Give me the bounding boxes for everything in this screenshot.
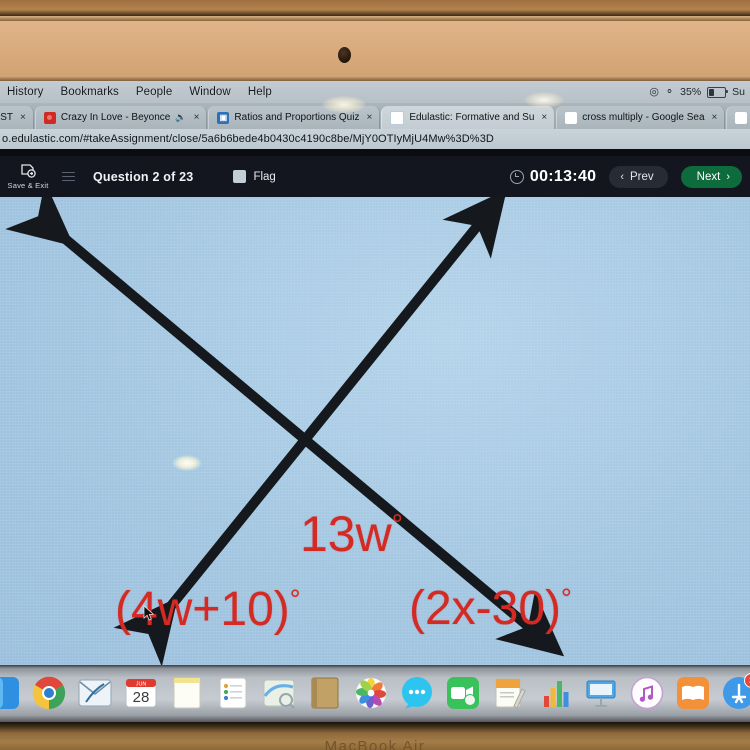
laptop-screen: History Bookmarks People Window Help ◎ ⚬… — [0, 81, 750, 665]
menubar-items: History Bookmarks People Window Help — [0, 86, 272, 98]
tab-close-icon[interactable]: × — [366, 112, 372, 123]
tab-title: Edulastic: Formative and Su — [409, 112, 535, 123]
clock-icon — [509, 169, 524, 184]
browser-tab-ratios-quiz[interactable]: ▣ Ratios and Proportions Quiz × — [208, 106, 381, 129]
laptop-model-label: MacBook Air — [324, 738, 426, 750]
svg-text:28: 28 — [133, 689, 150, 706]
chevron-right-icon: › — [726, 170, 730, 183]
tab-title: Ratios and Proportions Quiz — [234, 112, 360, 123]
dock-items: JUN 28 — [0, 672, 750, 714]
browser-address-bar[interactable]: o.edulastic.com/#takeAssignment/close/5a… — [0, 129, 750, 149]
macos-dock: JUN 28 — [0, 665, 750, 722]
next-label: Next — [696, 170, 721, 183]
dock-item-maps[interactable] — [262, 676, 296, 710]
line-tl-br — [5, 197, 565, 657]
degree-symbol-left: ° — [289, 584, 301, 615]
degree-symbol-top: ° — [391, 508, 403, 540]
dock-item-pages[interactable] — [492, 676, 526, 710]
flag-label: Flag — [253, 170, 276, 183]
flag-control[interactable]: Flag — [233, 170, 276, 183]
browser-tab-calculator[interactable]: G calculator - Googl — [726, 106, 750, 129]
tab-close-icon[interactable]: × — [712, 112, 718, 123]
browser-tab-nst[interactable]: NST × — [0, 106, 34, 129]
google-icon: G — [565, 111, 578, 124]
angle-expression-right: (2x-30) — [409, 582, 562, 635]
menubar-clock[interactable]: Su — [732, 86, 745, 98]
dock-item-messages[interactable] — [400, 676, 434, 710]
tab-close-icon[interactable]: × — [20, 112, 26, 123]
google-icon: G — [735, 111, 748, 124]
edulastic-icon: ◫ — [390, 110, 405, 125]
assignment-timer: 00:13:40 — [509, 167, 597, 186]
webcam-icon — [338, 47, 351, 63]
dock-item-finder[interactable] — [0, 676, 20, 710]
page-top-gap — [0, 149, 750, 156]
dock-item-itunes[interactable] — [630, 676, 664, 710]
flag-checkbox-icon[interactable] — [233, 170, 247, 183]
chevron-left-icon: ‹ — [620, 170, 625, 183]
dock-item-facetime[interactable] — [446, 676, 480, 710]
battery-percent-label: 35% — [680, 86, 702, 98]
menu-item-help[interactable]: Help — [248, 86, 272, 98]
dock-item-chrome[interactable] — [32, 676, 66, 710]
angle-label-top: 13w° — [300, 505, 403, 563]
hamburger-icon[interactable] — [62, 171, 75, 182]
browser-tabstrip: NST × Crazy In Love - Beyonce 🔈 × ▣ Rati… — [0, 103, 750, 129]
macos-menubar: History Bookmarks People Window Help ◎ ⚬… — [0, 81, 750, 103]
dock-item-ibooks[interactable] — [676, 676, 710, 710]
angle-label-right: (2x-30)° — [409, 581, 572, 636]
question-figure: 13w° (4w+10)° (2x-30)° 2(x+25)° — [0, 197, 750, 665]
dock-item-contacts[interactable] — [308, 676, 342, 710]
browser-tab-edulastic[interactable]: ◫ Edulastic: Formative and Su × — [381, 106, 556, 129]
laptop-bezel — [0, 21, 750, 81]
airplay-icon[interactable]: ◎ — [649, 86, 659, 98]
dock-item-mail[interactable] — [78, 676, 112, 710]
dock-item-numbers[interactable] — [538, 676, 572, 710]
tab-close-icon[interactable]: × — [194, 112, 200, 123]
intersecting-lines-svg — [5, 197, 565, 665]
browser-tab-cross-multiply[interactable]: G cross multiply - Google Sea × — [556, 106, 726, 129]
dock-item-notes[interactable] — [170, 676, 204, 710]
edulastic-blue-icon: ▣ — [217, 111, 230, 124]
menu-item-bookmarks[interactable]: Bookmarks — [60, 86, 118, 98]
battery-icon[interactable] — [707, 86, 729, 98]
save-and-exit-button[interactable]: Save & Exit — [0, 163, 56, 190]
tab-title: cross multiply - Google Sea — [582, 112, 705, 123]
degree-symbol-right: ° — [561, 583, 572, 614]
wifi-icon[interactable]: ⚬ — [665, 86, 674, 98]
desk-surface — [0, 0, 750, 16]
dock-item-app-store[interactable]: 2 — [722, 673, 750, 710]
address-bar-url: o.edulastic.com/#takeAssignment/close/5a… — [2, 133, 494, 145]
dock-item-photos[interactable] — [354, 676, 388, 710]
menu-item-people[interactable]: People — [136, 86, 172, 98]
menu-item-window[interactable]: Window — [189, 86, 231, 98]
save-exit-icon — [20, 163, 37, 180]
dock-item-keynote[interactable] — [584, 676, 618, 710]
prev-label: Prev — [630, 170, 654, 183]
laptop-photo: History Bookmarks People Window Help ◎ ⚬… — [0, 0, 750, 750]
timer-value: 00:13:40 — [529, 167, 597, 185]
menubar-status-area: ◎ ⚬ 35% Su — [649, 81, 748, 103]
assignment-toolbar: Save & Exit Question 2 of 23 Flag 00:13:… — [0, 156, 750, 197]
toolbar-right-controls: 00:13:40 ‹ Prev Next › — [509, 156, 742, 197]
menu-item-history[interactable]: History — [7, 86, 43, 98]
youtube-icon — [43, 111, 56, 124]
line-bl-tr — [113, 197, 507, 665]
next-button[interactable]: Next › — [680, 165, 742, 188]
dock-item-reminders[interactable] — [216, 676, 250, 710]
question-counter: Question 2 of 23 — [93, 169, 194, 184]
angle-expression-top: 13w — [300, 506, 392, 562]
tab-title: Crazy In Love - Beyonce — [60, 112, 171, 123]
svg-text:JUN: JUN — [136, 682, 147, 688]
tab-close-icon[interactable]: × — [541, 112, 547, 123]
tab-title: NST — [0, 112, 13, 123]
tab-mute-icon[interactable]: 🔈 — [175, 112, 186, 123]
prev-button[interactable]: ‹ Prev — [609, 165, 668, 188]
browser-tab-crazy-in-love[interactable]: Crazy In Love - Beyonce 🔈 × — [34, 106, 208, 129]
save-exit-label: Save & Exit — [7, 181, 49, 190]
angle-expression-left: (4w+10) — [115, 583, 290, 636]
dock-item-calendar[interactable]: JUN 28 — [124, 676, 158, 710]
